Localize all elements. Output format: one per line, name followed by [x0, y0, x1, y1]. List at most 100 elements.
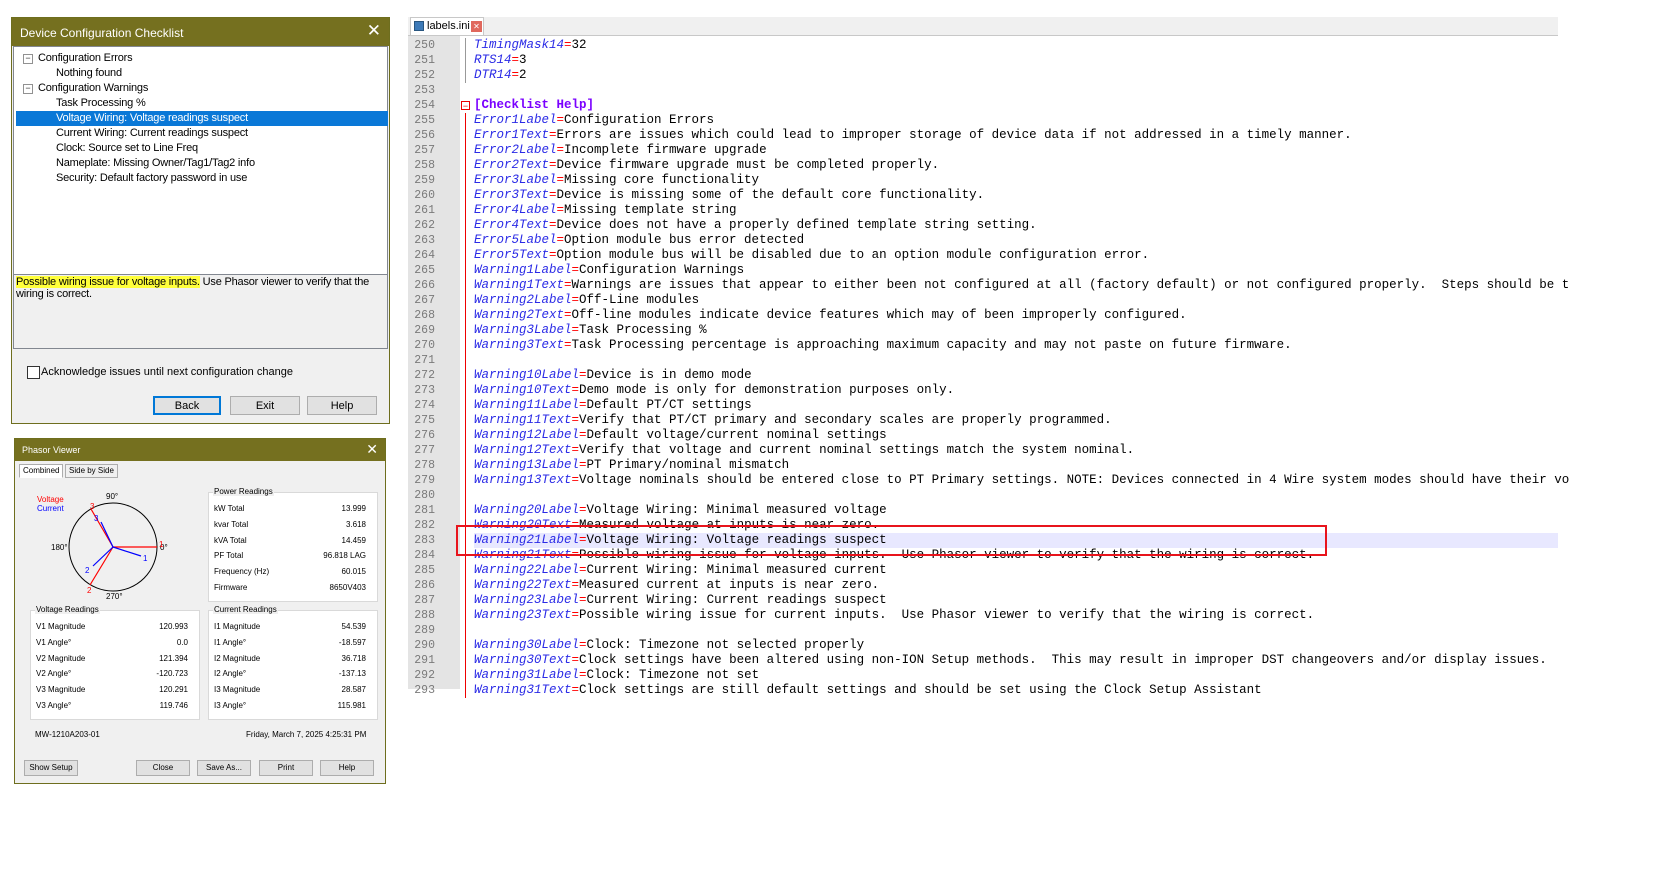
file-tab[interactable]: labels.ini ✕ [410, 17, 484, 35]
reading-value: -18.597 [338, 637, 366, 647]
code-line[interactable]: Warning1Label=Configuration Warnings [474, 263, 744, 278]
code-line[interactable]: Error4Label=Missing template string [474, 203, 737, 218]
code-line[interactable]: Warning2Text=Off-line modules indicate d… [474, 308, 1187, 323]
reading-label: V3 Angle° [36, 701, 72, 710]
reading-label: V2 Magnitude [36, 653, 86, 663]
close-icon[interactable]: ✕ [367, 21, 381, 41]
code-line[interactable]: Warning13Text=Voltage nominals should be… [474, 473, 1569, 488]
ini-value: Off-Line modules [579, 293, 700, 307]
exit-button[interactable]: Exit [230, 396, 300, 415]
code-line[interactable]: Warning23Label=Current Wiring: Current r… [474, 593, 887, 608]
close-icon[interactable]: ✕ [471, 21, 482, 32]
phasor-titlebar[interactable]: Phasor Viewer ✕ [15, 439, 385, 461]
ini-key: Warning22Label [474, 563, 580, 577]
code-line[interactable]: Warning11Text=Verify that PT/CT primary … [474, 413, 1112, 428]
editor-tab-bar: labels.ini ✕ [408, 17, 1558, 36]
code-line[interactable]: Warning10Text=Demo mode is only for demo… [474, 383, 954, 398]
ini-value: Off-line modules indicate device feature… [571, 308, 1187, 322]
reading-label: Firmware [214, 583, 248, 592]
ini-value: Task Processing percentage is approachin… [571, 338, 1292, 352]
code-line[interactable]: Warning12Label=Default voltage/current n… [474, 428, 887, 443]
reading-label: Frequency (Hz) [214, 567, 270, 577]
code-line[interactable]: Warning3Label=Task Processing % [474, 323, 707, 338]
save-as-button[interactable]: Save As... [197, 760, 251, 776]
file-tab-name: labels.ini [427, 20, 470, 32]
tree-item[interactable]: Configuration Errors [38, 51, 133, 66]
ini-value: Missing template string [564, 203, 737, 217]
line-number: 281 [414, 504, 435, 517]
acknowledge-label[interactable]: Acknowledge issues until next configurat… [41, 366, 293, 378]
ini-equals: = [579, 668, 587, 682]
help-button[interactable]: Help [307, 396, 377, 415]
tree-item[interactable]: Task Processing % [56, 96, 146, 111]
tree-item[interactable]: Current Wiring: Current readings suspect [56, 126, 248, 141]
print-button[interactable]: Print [259, 760, 313, 776]
code-line[interactable]: Error5Text=Option module bus will be dis… [474, 248, 1149, 263]
code-line[interactable]: TimingMask14=32 [474, 38, 587, 53]
tree-item[interactable]: Voltage Wiring: Voltage readings suspect [16, 111, 388, 126]
line-number: 280 [414, 489, 435, 502]
code-line[interactable]: Warning20Label=Voltage Wiring: Minimal m… [474, 503, 887, 518]
code-line[interactable]: Warning11Label=Default PT/CT settings [474, 398, 752, 413]
line-number: 262 [414, 219, 435, 232]
tree-item[interactable]: Nameplate: Missing Owner/Tag1/Tag2 info [56, 156, 255, 171]
code-line[interactable]: Error4Text=Device does not have a proper… [474, 218, 1037, 233]
code-line[interactable]: Warning31Label=Clock: Timezone not set [474, 668, 759, 683]
tree-toggle-icon[interactable]: − [23, 84, 33, 94]
checklist-titlebar[interactable]: Device Configuration Checklist ✕ [12, 18, 389, 46]
ini-equals: = [571, 683, 580, 697]
line-number: 284 [414, 549, 435, 562]
code-line[interactable]: Warning12Text=Verify that voltage and cu… [474, 443, 1134, 458]
code-line[interactable]: Warning10Label=Device is in demo mode [474, 368, 752, 383]
code-line[interactable]: Error3Text=Device is missing some of the… [474, 188, 984, 203]
code-line[interactable]: Warning30Text=Clock settings have been a… [474, 653, 1547, 668]
code-line[interactable]: Warning22Text=Measured current at inputs… [474, 578, 879, 593]
ini-equals: = [549, 218, 557, 232]
code-line[interactable]: Warning23Text=Possible wiring issue for … [474, 608, 1314, 623]
reading-value: -120.723 [156, 669, 188, 679]
line-number: 274 [414, 399, 435, 412]
close-icon[interactable]: ✕ [366, 441, 378, 457]
code-line[interactable]: Warning31Text=Clock settings are still d… [474, 683, 1262, 698]
fold-margin[interactable] [460, 36, 474, 689]
code-line[interactable]: Error1Label=Configuration Errors [474, 113, 714, 128]
code-line[interactable]: [Checklist Help] [474, 98, 594, 113]
ini-value: Current Wiring: Minimal measured current [586, 563, 887, 577]
code-line[interactable]: DTR14=2 [474, 68, 527, 83]
code-line[interactable]: RTS14=3 [474, 53, 527, 68]
code-line[interactable]: Error2Text=Device firmware upgrade must … [474, 158, 939, 173]
section-header: [Checklist Help] [474, 98, 595, 112]
tab-side-by-side[interactable]: Side by Side [65, 464, 118, 478]
show-setup-button[interactable]: Show Setup [24, 760, 78, 776]
code-line[interactable]: Error3Label=Missing core functionality [474, 173, 759, 188]
checklist-tree[interactable]: − Configuration Errors Nothing found − Confi… [13, 46, 388, 275]
tree-item[interactable]: Clock: Source set to Line Freq [56, 141, 198, 156]
help-button[interactable]: Help [320, 760, 374, 776]
ini-equals: = [564, 278, 572, 292]
acknowledge-checkbox[interactable] [27, 366, 40, 379]
reading-label: I3 Magnitude [214, 685, 261, 695]
tree-item[interactable]: Security: Default factory password in us… [56, 171, 247, 186]
ini-key: Warning2Text [474, 308, 565, 322]
code-line[interactable]: Error2Label=Incomplete firmware upgrade [474, 143, 767, 158]
fold-minus-icon[interactable]: − [461, 101, 470, 111]
back-button[interactable]: Back [153, 396, 221, 415]
line-number: 259 [414, 174, 435, 187]
code-line[interactable]: Warning13Label=PT Primary/nominal mismat… [474, 458, 789, 473]
code-line[interactable]: Warning22Label=Current Wiring: Minimal m… [474, 563, 887, 578]
tab-combined[interactable]: Combined [19, 464, 64, 478]
tree-toggle-icon[interactable]: − [23, 54, 33, 64]
code-line[interactable]: Warning1Text=Warnings are issues that ap… [474, 278, 1569, 293]
reading-label: kVA Total [214, 535, 247, 545]
code-line[interactable]: Warning30Label=Clock: Timezone not selec… [474, 638, 864, 653]
reading-value: 0.0 [176, 637, 188, 647]
tree-item[interactable]: Configuration Warnings [38, 81, 148, 96]
code-line[interactable]: Warning2Label=Off-Line modules [474, 293, 699, 308]
code-line[interactable]: Warning3Text=Task Processing percentage … [474, 338, 1292, 353]
close-button[interactable]: Close [136, 760, 190, 776]
tree-item[interactable]: Nothing found [56, 66, 122, 81]
code-line[interactable]: Error5Label=Option module bus error dete… [474, 233, 804, 248]
code-line[interactable]: Error1Text=Errors are issues which could… [474, 128, 1352, 143]
line-number: 290 [414, 639, 435, 652]
i1-vector [112, 546, 142, 557]
